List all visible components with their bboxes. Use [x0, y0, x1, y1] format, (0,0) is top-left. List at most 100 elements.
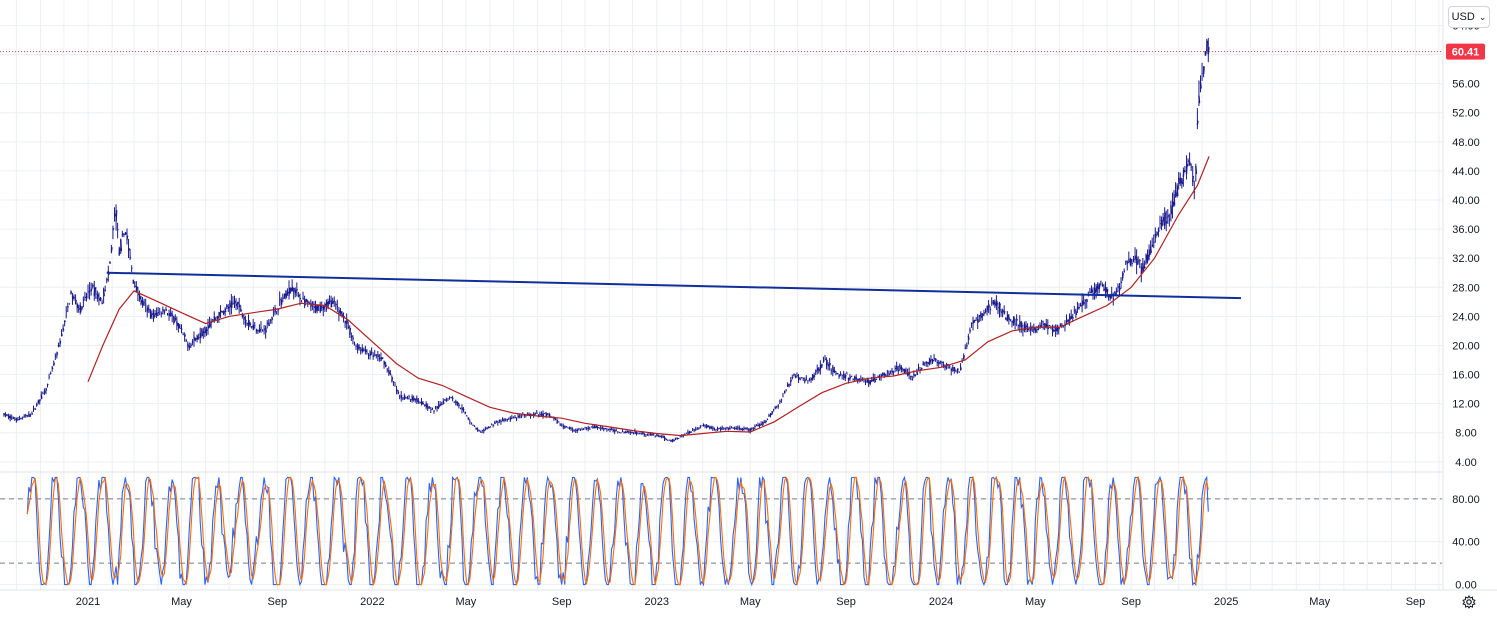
time-tick-label: Sep — [1121, 596, 1141, 608]
candle-body — [746, 428, 747, 429]
candle-body — [770, 414, 771, 416]
candle-body — [412, 396, 413, 400]
candle-body — [979, 315, 980, 317]
candle-body — [827, 360, 828, 365]
candle-body — [884, 373, 885, 375]
candle-body — [498, 422, 499, 423]
candle-body — [1067, 320, 1068, 322]
candle-body — [1037, 329, 1038, 330]
candle-body — [437, 406, 438, 408]
candle-body — [951, 369, 952, 371]
candle-body — [672, 440, 673, 442]
candle-body — [755, 426, 756, 427]
candle-body — [210, 322, 211, 326]
candle-body — [440, 404, 441, 405]
currency-select[interactable]: USD ⌄ — [1448, 6, 1490, 28]
candle-body — [1196, 166, 1197, 174]
candle-body — [898, 370, 899, 371]
candle-body — [150, 310, 151, 317]
candle-body — [467, 416, 468, 417]
candle-body — [1085, 301, 1086, 302]
price-tick-label: 12.00 — [1452, 399, 1480, 411]
candle-body — [591, 427, 592, 428]
candle-body — [189, 346, 190, 348]
candle-body — [77, 304, 78, 308]
candle-body — [231, 301, 232, 307]
candle-body — [878, 376, 879, 377]
candle-body — [54, 363, 55, 365]
candle-body — [121, 239, 122, 251]
candle-body — [658, 436, 659, 437]
stochastic-k-line — [27, 477, 1208, 584]
candle-body — [602, 427, 603, 429]
candle-body — [1116, 291, 1117, 292]
candle-body — [445, 399, 446, 400]
time-tick-label: Sep — [836, 596, 856, 608]
candle-body — [163, 309, 164, 311]
candle-body — [48, 384, 49, 385]
candle-body — [1060, 325, 1061, 326]
candle-body — [300, 298, 301, 299]
candle-body — [987, 306, 988, 312]
price-tick-label: 16.00 — [1452, 370, 1480, 382]
price-tick-label: 48.00 — [1452, 137, 1480, 149]
candle-body — [936, 359, 937, 360]
candle-body — [1093, 293, 1094, 294]
time-tick-label: May — [740, 596, 761, 608]
price-tick-label: 20.00 — [1452, 340, 1480, 352]
candle-body — [390, 373, 391, 374]
candle-body — [91, 289, 92, 291]
candle-body — [1158, 229, 1159, 232]
candle-body — [485, 428, 486, 429]
candle-body — [82, 307, 83, 310]
chevron-down-icon: ⌄ — [1479, 12, 1487, 23]
candle-body — [208, 325, 209, 329]
candle-body — [166, 309, 167, 311]
time-tick-label: Sep — [1406, 596, 1426, 608]
candle-body — [353, 338, 354, 340]
candle-body — [543, 413, 544, 416]
candle-body — [188, 344, 189, 346]
candle-body — [769, 415, 770, 416]
candle-body — [18, 419, 19, 420]
candle-body — [1081, 305, 1082, 306]
candle-body — [596, 426, 597, 428]
candle-body — [80, 305, 81, 312]
candle-body — [7, 415, 8, 416]
candle-body — [1124, 271, 1125, 272]
candle-body — [1012, 321, 1013, 323]
chart-area[interactable]: 4.008.0012.0016.0020.0024.0028.0032.0036… — [0, 0, 1497, 612]
candle-body — [418, 401, 419, 403]
candle-body — [749, 429, 750, 430]
candle-body — [981, 313, 982, 318]
settings-button[interactable] — [1461, 594, 1477, 610]
candle-body — [883, 373, 884, 375]
candle-body — [744, 428, 745, 429]
candle-body — [239, 304, 240, 307]
candle-body — [890, 371, 891, 372]
candle-body — [970, 330, 971, 332]
candle-body — [565, 426, 566, 428]
candle-body — [178, 323, 179, 328]
candle-body — [766, 421, 767, 422]
candle-body — [914, 374, 915, 376]
candle-body — [1207, 41, 1208, 52]
candle-body — [965, 348, 966, 349]
candle-body — [820, 365, 821, 370]
time-tick-label: 2023 — [644, 596, 668, 608]
candle-body — [834, 370, 835, 372]
candle-body — [76, 300, 77, 304]
candle-body — [125, 232, 126, 234]
candle-body — [1073, 317, 1074, 318]
candle-body — [283, 298, 284, 299]
candle-body — [252, 326, 253, 327]
candle-body — [97, 294, 98, 298]
candle-body — [929, 359, 930, 363]
candle-body — [512, 417, 513, 418]
candle-body — [205, 327, 206, 333]
time-tick-label: 2024 — [929, 596, 953, 608]
candle-body — [182, 329, 183, 330]
candle-body — [347, 320, 348, 323]
candle-body — [784, 391, 785, 393]
candle-body — [153, 313, 154, 319]
